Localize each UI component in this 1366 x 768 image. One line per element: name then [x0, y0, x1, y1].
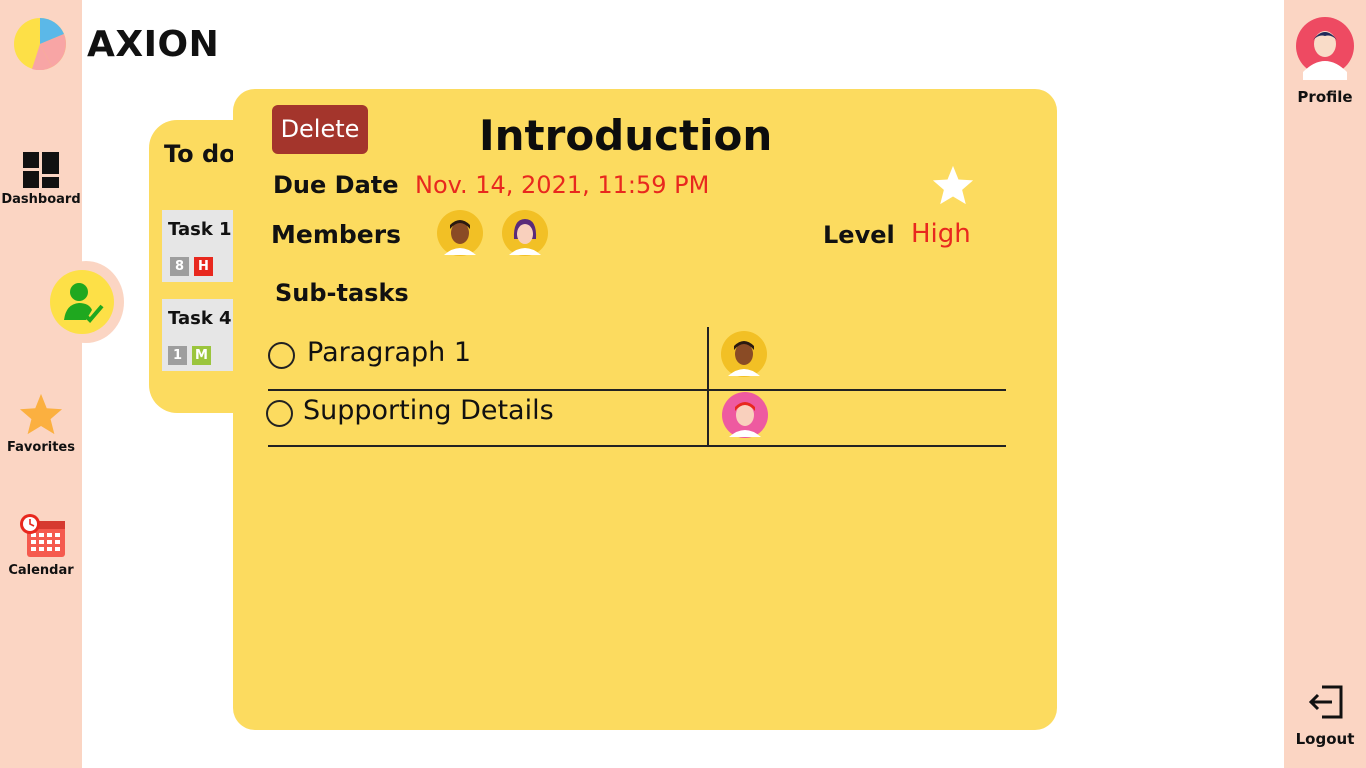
task-card[interactable]: Task 4 1 M — [162, 299, 244, 371]
right-sidebar: Profile Logout — [1284, 0, 1366, 768]
subtasks-table: Paragraph 1 Supporting Details — [266, 327, 1006, 447]
task-name: Task 1 — [168, 219, 232, 240]
logout-icon[interactable] — [1308, 684, 1344, 720]
sidebar-item-favorites[interactable]: Favorites — [0, 392, 82, 455]
todo-list-title: To do — [164, 140, 236, 168]
task-card[interactable]: Task 1 8 H — [162, 210, 244, 282]
assignee-avatar-icon[interactable] — [720, 330, 768, 378]
sidebar-item-label: Calendar — [8, 563, 74, 578]
calendar-clock-icon — [20, 514, 65, 557]
sidebar-item-label: Favorites — [7, 440, 75, 455]
priority-badge: M — [192, 346, 211, 365]
sidebar-item-label: Dashboard — [1, 192, 81, 207]
sidebar-item-dashboard[interactable]: Dashboard — [0, 152, 82, 207]
level-value[interactable]: High — [911, 219, 971, 249]
task-count-badge: 1 — [168, 346, 187, 365]
star-icon[interactable] — [931, 164, 975, 206]
due-date-value: Nov. 14, 2021, 11:59 PM — [415, 171, 710, 199]
brand-name: AXION — [87, 24, 220, 65]
due-date-label: Due Date — [273, 171, 399, 199]
members-label: Members — [271, 220, 401, 249]
left-sidebar: Dashboard Favorites Calendar — [0, 0, 82, 768]
task-name: Task 4 — [168, 308, 232, 329]
task-count-badge: 8 — [170, 257, 189, 276]
profile-avatar-icon[interactable] — [1295, 16, 1355, 80]
sidebar-item-calendar[interactable]: Calendar — [0, 513, 82, 578]
subtask-text: Supporting Details — [303, 395, 554, 426]
subtask-text: Paragraph 1 — [307, 337, 472, 368]
dashboard-grid-icon — [23, 152, 59, 188]
assignee-avatar-icon[interactable] — [721, 391, 769, 439]
subtask-row: Supporting Details — [266, 389, 1006, 447]
axion-logo-icon — [14, 18, 66, 70]
user-check-icon — [64, 283, 104, 323]
task-detail-modal: Delete Introduction Due Date Nov. 14, 20… — [233, 89, 1057, 730]
priority-badge: H — [194, 257, 213, 276]
profile-label[interactable]: Profile — [1284, 88, 1366, 106]
subtask-checkbox[interactable] — [266, 400, 293, 427]
subtasks-label: Sub-tasks — [275, 279, 409, 307]
member-avatar-male-icon[interactable] — [436, 209, 484, 257]
subtask-checkbox[interactable] — [268, 342, 295, 369]
delete-button[interactable]: Delete — [272, 105, 368, 154]
logout-label[interactable]: Logout — [1284, 730, 1366, 748]
task-title: Introduction — [479, 111, 773, 160]
sidebar-item-tasks[interactable] — [50, 270, 114, 334]
star-icon — [19, 393, 63, 435]
level-label: Level — [823, 221, 895, 249]
subtask-row: Paragraph 1 — [268, 327, 1006, 385]
app-window: Dashboard Favorites Calendar AXION Profi… — [0, 0, 1366, 768]
member-avatar-female-icon[interactable] — [501, 209, 549, 257]
